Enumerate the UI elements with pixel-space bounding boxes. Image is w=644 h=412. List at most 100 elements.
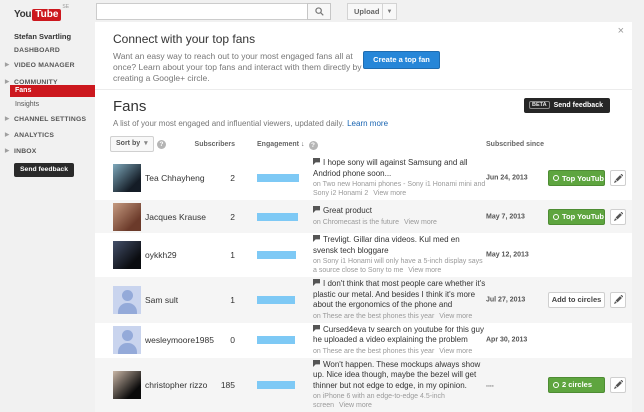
- banner-title: Connect with your top fans: [113, 32, 255, 46]
- edit-pencil-button[interactable]: [610, 209, 626, 225]
- comment-video-link[interactable]: on Chromecast is the future: [313, 219, 399, 226]
- avatar[interactable]: [113, 326, 141, 354]
- page: YouTubeSE Upload Stefan Svartling DASHBO…: [0, 0, 644, 412]
- avatar[interactable]: [113, 371, 141, 399]
- close-icon[interactable]: ×: [618, 26, 624, 37]
- subscriber-count: 0: [213, 335, 235, 345]
- comment-video-link[interactable]: on These are the best phones this year: [313, 348, 434, 355]
- pencil-icon: [614, 295, 623, 304]
- subscribed-since-date: May 7, 2013: [486, 213, 538, 220]
- logo-you-text: You: [14, 9, 31, 20]
- sort-by-button[interactable]: Sort by: [110, 136, 154, 152]
- sidebar-item-channel-settings[interactable]: CHANNEL SETTINGS: [14, 116, 86, 123]
- learn-more-link[interactable]: Learn more: [347, 119, 388, 128]
- sidebar-send-feedback-button[interactable]: Send feedback: [14, 163, 74, 177]
- action-label: Add to circles: [552, 295, 602, 304]
- help-icon[interactable]: [309, 141, 318, 150]
- subscribed-since-date: May 12, 2013: [486, 252, 538, 259]
- engagement-bar: [257, 251, 296, 259]
- comment-video-link[interactable]: on Sony i1 Honami will only have a 5-inc…: [313, 258, 483, 274]
- avatar[interactable]: [113, 286, 141, 314]
- search-input[interactable]: [96, 3, 307, 20]
- create-top-fan-circle-button[interactable]: Create a top fan circle: [363, 51, 440, 69]
- subscribed-since-date: Jul 27, 2013: [486, 296, 538, 303]
- logo-tube-badge: Tube: [32, 9, 61, 21]
- fans-list: Tea Chhayheng 2 I hope sony will against…: [95, 156, 632, 412]
- comment-text: Great product: [323, 206, 372, 215]
- page-title: Fans: [113, 98, 146, 115]
- fan-comment: Cursed4eva tv search on youtube for this…: [313, 325, 486, 356]
- column-subscribers: Subscribers: [190, 141, 235, 148]
- help-icon[interactable]: [157, 140, 166, 149]
- comment-icon: [313, 360, 320, 371]
- view-more-link[interactable]: View more: [373, 190, 406, 197]
- subscribed-since-date: Apr 30, 2013: [486, 337, 538, 344]
- comment-icon: [313, 235, 320, 246]
- search-button[interactable]: [307, 3, 331, 20]
- upload-dropdown-button[interactable]: [382, 3, 397, 20]
- page-subtitle: A list of your most engaged and influent…: [113, 119, 388, 128]
- action-label: Top YouTube: [562, 212, 605, 221]
- channel-name[interactable]: Stefan Svartling: [14, 32, 71, 41]
- view-more-link[interactable]: View more: [408, 267, 441, 274]
- edit-pencil-button[interactable]: [610, 170, 626, 186]
- upload-button[interactable]: Upload: [347, 3, 386, 20]
- subscriber-count: 1: [213, 295, 235, 305]
- circle-icon: [553, 382, 559, 388]
- fan-comment: Trevligt. Gillar dina videos. Kul med en…: [313, 235, 486, 275]
- column-subscribed-since: Subscribed since: [486, 141, 544, 148]
- fan-comment: I don't think that most people care whet…: [313, 279, 486, 321]
- sort-descending-icon: [299, 141, 305, 148]
- edit-pencil-button[interactable]: [610, 292, 626, 308]
- comment-text: I hope sony will against Samsung and all…: [313, 158, 468, 178]
- sidebar-item-inbox[interactable]: INBOX: [14, 148, 37, 155]
- column-engagement[interactable]: Engagement: [257, 141, 318, 150]
- top-fans-banner: Connect with your top fans Want an easy …: [95, 22, 632, 90]
- subscriber-count: 2: [213, 173, 235, 183]
- avatar[interactable]: [113, 203, 141, 231]
- youtube-logo[interactable]: YouTubeSE: [14, 4, 69, 22]
- sidebar-item-fans-active[interactable]: Fans: [10, 85, 95, 97]
- circle-action-button[interactable]: Add to circles: [548, 292, 605, 308]
- comment-icon: [313, 325, 320, 336]
- chevron-down-icon: [140, 140, 148, 147]
- comment-video-link[interactable]: on iPhone 6 with an edge-to-edge 4.5-inc…: [313, 393, 445, 409]
- subscriber-count: 1: [213, 250, 235, 260]
- engagement-bar: [257, 296, 295, 304]
- logo-region-text: SE: [62, 4, 69, 10]
- table-row: oykkh29 1 Trevligt. Gillar dina videos. …: [95, 233, 632, 277]
- avatar[interactable]: [113, 241, 141, 269]
- view-more-link[interactable]: View more: [404, 219, 437, 226]
- view-more-link[interactable]: View more: [339, 402, 372, 409]
- circle-action-button[interactable]: Top YouTube: [548, 209, 605, 225]
- comment-text: Won't happen. These mockups always show …: [313, 360, 480, 390]
- beta-send-feedback-button[interactable]: BETA Send feedback: [524, 98, 610, 113]
- engagement-bar: [257, 381, 295, 389]
- table-row: Sam sult 1 I don't think that most peopl…: [95, 277, 632, 323]
- subscriber-count: 185: [213, 380, 235, 390]
- subscribed-since-date: ....: [486, 381, 538, 388]
- sidebar-item-video-manager[interactable]: VIDEO MANAGER: [14, 62, 75, 69]
- circle-action-button[interactable]: Top YouTube: [548, 170, 605, 186]
- edit-pencil-button[interactable]: [610, 377, 626, 393]
- table-row: wesleymoore1985 0 Cursed4eva tv search o…: [95, 323, 632, 358]
- comment-text: Cursed4eva tv search on youtube for this…: [313, 325, 484, 345]
- view-more-link[interactable]: View more: [439, 348, 472, 355]
- comment-video-link[interactable]: on These are the best phones this year: [313, 313, 434, 320]
- sidebar-item-analytics[interactable]: ANALYTICS: [14, 132, 54, 139]
- comment-text: Trevligt. Gillar dina videos. Kul med en…: [313, 235, 460, 255]
- subscriber-count: 2: [213, 212, 235, 222]
- table-header: Sort by Subscribers Engagement Subscribe…: [95, 133, 632, 156]
- subscribed-since-date: Jun 24, 2013: [486, 175, 538, 182]
- pencil-icon: [614, 380, 623, 389]
- comment-icon: [313, 206, 320, 217]
- circle-action-button[interactable]: 2 circles: [548, 377, 605, 393]
- sidebar-item-insights[interactable]: Insights: [15, 101, 39, 108]
- view-more-link[interactable]: View more: [439, 313, 472, 320]
- fan-comment: I hope sony will against Samsung and all…: [313, 158, 486, 198]
- sidebar-item-dashboard[interactable]: DASHBOARD: [14, 47, 60, 54]
- avatar[interactable]: [113, 164, 141, 192]
- sidebar: Stefan Svartling DASHBOARD VIDEO MANAGER…: [0, 22, 95, 412]
- expand-arrow-icon: [5, 132, 9, 138]
- circle-icon: [553, 214, 559, 220]
